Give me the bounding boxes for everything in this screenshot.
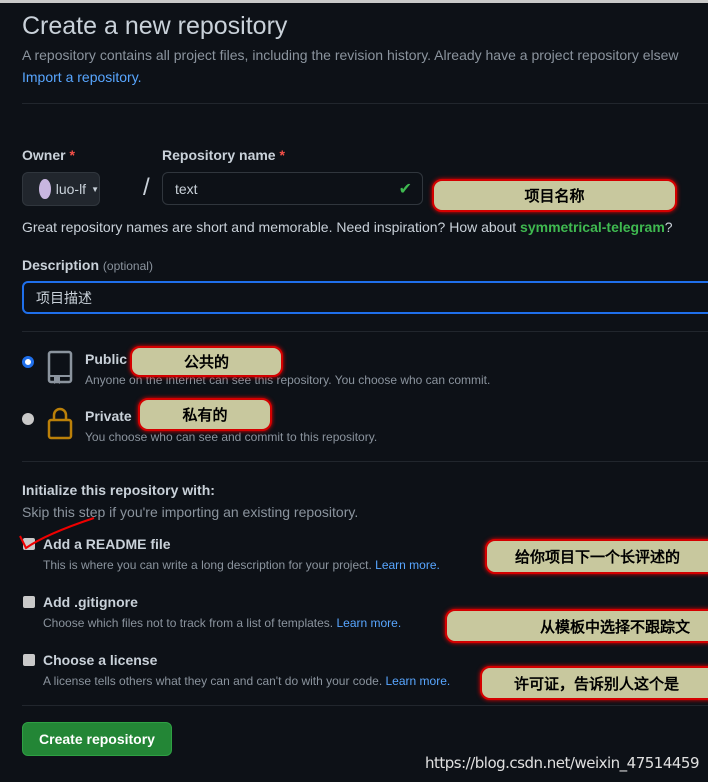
- private-desc: You choose who can see and commit to thi…: [85, 430, 378, 444]
- annotation-private: 私有的: [138, 398, 272, 431]
- gitignore-label: Add .gitignore: [43, 594, 138, 610]
- readme-learn-more-link[interactable]: Learn more.: [375, 558, 440, 572]
- create-repository-button[interactable]: Create repository: [22, 722, 172, 756]
- repo-name-label: Repository name *: [162, 147, 285, 163]
- description-label: Description (optional): [22, 257, 153, 273]
- private-label: Private: [85, 408, 132, 424]
- check-icon: ✔: [398, 180, 412, 198]
- repo-name-input[interactable]: text ✔: [162, 172, 423, 205]
- license-checkbox[interactable]: [23, 654, 35, 666]
- annotation-gitignore: 从模板中选择不跟踪文: [445, 609, 708, 643]
- lock-icon: [47, 407, 73, 440]
- annotation-repo-name: 项目名称: [432, 179, 677, 212]
- owner-value: luo-lf: [55, 181, 87, 197]
- annotation-public: 公共的: [130, 346, 283, 377]
- divider: [22, 461, 708, 462]
- divider: [22, 331, 708, 332]
- page-title: Create a new repository: [22, 12, 288, 40]
- gitignore-learn-more-link[interactable]: Learn more.: [336, 616, 401, 630]
- repo-name-hint: Great repository names are short and mem…: [22, 219, 673, 235]
- owner-dropdown[interactable]: luo-lf ▼: [22, 172, 100, 206]
- gitignore-checkbox[interactable]: [23, 596, 35, 608]
- caret-down-icon: ▼: [91, 184, 99, 194]
- suggestion-link[interactable]: symmetrical-telegram: [520, 219, 665, 235]
- owner-label: Owner *: [22, 147, 75, 163]
- public-radio[interactable]: [22, 356, 34, 368]
- avatar: [39, 179, 51, 199]
- divider: [22, 705, 708, 706]
- import-repository-link[interactable]: Import a repository.: [22, 69, 142, 85]
- page-description: A repository contains all project files,…: [22, 47, 679, 63]
- repo-book-icon: [47, 350, 73, 384]
- watermark: https://blog.csdn.net/weixin_47514459: [425, 754, 700, 772]
- window-top-edge: [0, 0, 708, 3]
- description-input[interactable]: 项目描述: [22, 281, 708, 314]
- annotation-license: 许可证，告诉别人这个是: [480, 666, 708, 700]
- divider: [22, 103, 708, 104]
- annotation-readme: 给你项目下一个长评述的: [485, 539, 708, 574]
- red-pen-checkmark: [19, 517, 95, 550]
- license-learn-more-link[interactable]: Learn more.: [386, 674, 451, 688]
- public-label: Public: [85, 351, 128, 367]
- init-heading: Initialize this repository with:: [22, 482, 215, 498]
- license-desc: A license tells others what they can and…: [43, 674, 451, 688]
- license-label: Choose a license: [43, 652, 158, 668]
- private-radio[interactable]: [22, 413, 34, 425]
- slash-separator: /: [143, 174, 150, 201]
- gitignore-desc: Choose which files not to track from a l…: [43, 616, 402, 630]
- readme-desc: This is where you can write a long descr…: [43, 558, 440, 572]
